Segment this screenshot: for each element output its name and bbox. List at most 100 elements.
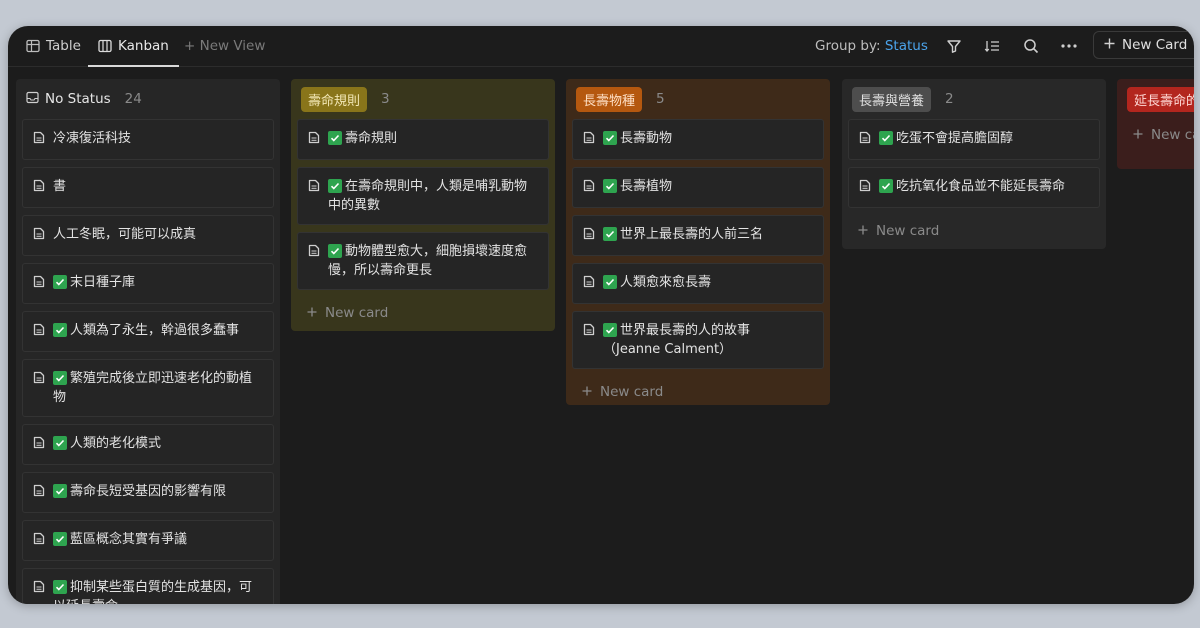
kanban-card[interactable]: 吃蛋不會提高膽固醇 <box>848 119 1100 160</box>
card-title: 人類為了永生，幹過很多蠢事 <box>70 323 240 338</box>
document-icon <box>33 436 45 455</box>
kanban-card[interactable]: 長壽植物 <box>572 167 824 208</box>
card-body: 書 <box>53 177 252 196</box>
card-title: 壽命長短受基因的影響有限 <box>70 484 227 499</box>
column-header[interactable]: 延長壽命的方法 <box>1123 79 1194 119</box>
kanban-column: 長壽物種 5 長壽動物長壽植物世界上最長壽的人前三名人類愈來愈長壽世界最長壽的人的故… <box>566 79 830 405</box>
card-body: 世界上最長壽的人前三名 <box>603 225 802 244</box>
document-icon <box>33 580 45 599</box>
column-header[interactable]: No Status 24 <box>22 79 274 119</box>
kanban-card[interactable]: 末日種子庫 <box>22 263 274 304</box>
tab-label: Table <box>46 38 81 54</box>
kanban-card[interactable]: 長壽動物 <box>572 119 824 160</box>
kanban-card[interactable]: 人類為了永生，幹過很多蠢事 <box>22 311 274 352</box>
column-header[interactable]: 長壽物種 5 <box>572 79 824 119</box>
kanban-card[interactable]: 人類愈來愈長壽 <box>572 263 824 304</box>
kanban-card[interactable]: 動物體型愈大，細胞損壞速度愈慢，所以壽命更長 <box>297 232 549 290</box>
kanban-column: 延長壽命的方法 New card <box>1117 79 1194 169</box>
checkmark-icon <box>53 580 67 594</box>
status-pill: 長壽與營養 <box>852 86 932 112</box>
document-icon <box>583 179 595 198</box>
kanban-column: 長壽與營養 2 吃蛋不會提高膽固醇吃抗氧化食品並不能延長壽命 New card <box>842 79 1106 249</box>
kanban-card[interactable]: 藍區概念其實有爭議 <box>22 520 274 561</box>
checkmark-icon <box>53 436 67 450</box>
group-by-text: Group by: Status <box>815 38 928 54</box>
document-icon <box>33 227 45 246</box>
card-title: 繁殖完成後立即迅速老化的動植物 <box>53 371 253 405</box>
card-body: 抑制某些蛋白質的生成基因，可以延長壽命 <box>53 578 252 604</box>
checkmark-icon <box>53 532 67 546</box>
card-title: 動物體型愈大，細胞損壞速度愈慢，所以壽命更長 <box>328 244 528 278</box>
card-title: 吃蛋不會提高膽固醇 <box>896 131 1014 146</box>
kanban-card[interactable]: 冷凍復活科技 <box>22 119 274 160</box>
document-icon <box>308 179 320 198</box>
card-title: 人工冬眠，可能可以成真 <box>53 227 197 242</box>
status-pill: 壽命規則 <box>301 86 368 112</box>
tab-kanban[interactable]: Kanban <box>88 26 179 67</box>
filter-icon[interactable] <box>945 37 963 55</box>
add-card-button[interactable]: New card <box>1123 119 1194 151</box>
kanban-card[interactable]: 壽命長短受基因的影響有限 <box>22 472 274 513</box>
card-body: 壽命長短受基因的影響有限 <box>53 482 252 501</box>
card-title: 人類愈來愈長壽 <box>620 275 712 290</box>
new-card-button[interactable]: New Card <box>1093 31 1194 59</box>
status-pill: 長壽物種 <box>576 86 643 112</box>
card-title: 長壽植物 <box>620 179 673 194</box>
new-view-button[interactable]: + New View <box>184 26 265 66</box>
column-header[interactable]: 壽命規則 3 <box>297 79 549 119</box>
kanban-card[interactable]: 書 <box>22 167 274 208</box>
card-body: 長壽植物 <box>603 177 802 196</box>
card-body: 人類為了永生，幹過很多蠢事 <box>53 321 252 340</box>
kanban-card[interactable]: 世界上最長壽的人前三名 <box>572 215 824 256</box>
card-title: 冷凍復活科技 <box>53 131 132 146</box>
checkmark-icon <box>603 275 617 289</box>
card-title: 吃抗氧化食品並不能延長壽命 <box>896 179 1066 194</box>
kanban-card[interactable]: 抑制某些蛋白質的生成基因，可以延長壽命 <box>22 568 274 604</box>
search-icon[interactable] <box>1022 37 1040 55</box>
card-body: 藍區概念其實有爭議 <box>53 530 252 549</box>
kanban-column: 壽命規則 3 壽命規則 在壽命規則中，人類是哺乳動物中的異數 動物體型愈大，細胞損壞速度… <box>291 79 555 331</box>
checkmark-icon <box>53 323 67 337</box>
kanban-card[interactable]: 在壽命規則中，人類是哺乳動物中的異數 <box>297 167 549 225</box>
more-options-icon[interactable] <box>1060 37 1078 55</box>
tab-table[interactable]: Table <box>26 26 81 66</box>
column-header[interactable]: 長壽與營養 2 <box>848 79 1100 119</box>
kanban-card[interactable]: 繁殖完成後立即迅速老化的動植物 <box>22 359 274 417</box>
document-icon <box>583 131 595 150</box>
add-card-button[interactable]: New card <box>848 215 1100 247</box>
app-window: Table Kanban + New View Group by: Status <box>8 26 1194 604</box>
group-by-control[interactable]: Group by: Status <box>815 26 928 66</box>
card-body: 在壽命規則中，人類是哺乳動物中的異數 <box>328 177 527 215</box>
view-toolbar: Table Kanban + New View Group by: Status <box>8 26 1194 67</box>
checkmark-icon <box>603 131 617 145</box>
document-icon <box>308 244 320 263</box>
add-card-button[interactable]: New card <box>297 297 549 329</box>
kanban-card[interactable]: 世界最長壽的人的故事（Jeanne Calment） <box>572 311 824 369</box>
checkmark-icon <box>879 131 893 145</box>
plus-icon <box>1133 127 1143 143</box>
checkmark-icon <box>53 275 67 289</box>
checkmark-icon <box>879 179 893 193</box>
group-by-value: Status <box>884 38 928 54</box>
table-icon <box>26 39 40 53</box>
kanban-card[interactable]: 吃抗氧化食品並不能延長壽命 <box>848 167 1100 208</box>
document-icon <box>33 275 45 294</box>
plus-icon <box>858 223 868 239</box>
document-icon <box>33 484 45 503</box>
tab-label: + New View <box>184 38 266 54</box>
kanban-card[interactable]: 壽命規則 <box>297 119 549 160</box>
card-body: 人類愈來愈長壽 <box>603 273 802 292</box>
tab-label: Kanban <box>118 38 169 54</box>
card-body: 世界最長壽的人的故事（Jeanne Calment） <box>603 321 802 359</box>
document-icon <box>308 131 320 150</box>
sort-icon[interactable] <box>983 37 1001 55</box>
kanban-card[interactable]: 人工冬眠，可能可以成真 <box>22 215 274 256</box>
add-card-button[interactable]: New card <box>572 376 824 408</box>
add-card-label: New card <box>876 223 940 239</box>
checkmark-icon <box>328 179 342 193</box>
checkmark-icon <box>603 227 617 241</box>
card-body: 壽命規則 <box>328 129 527 148</box>
document-icon <box>583 227 595 246</box>
kanban-card[interactable]: 人類的老化模式 <box>22 424 274 465</box>
card-title: 抑制某些蛋白質的生成基因，可以延長壽命 <box>53 580 253 604</box>
